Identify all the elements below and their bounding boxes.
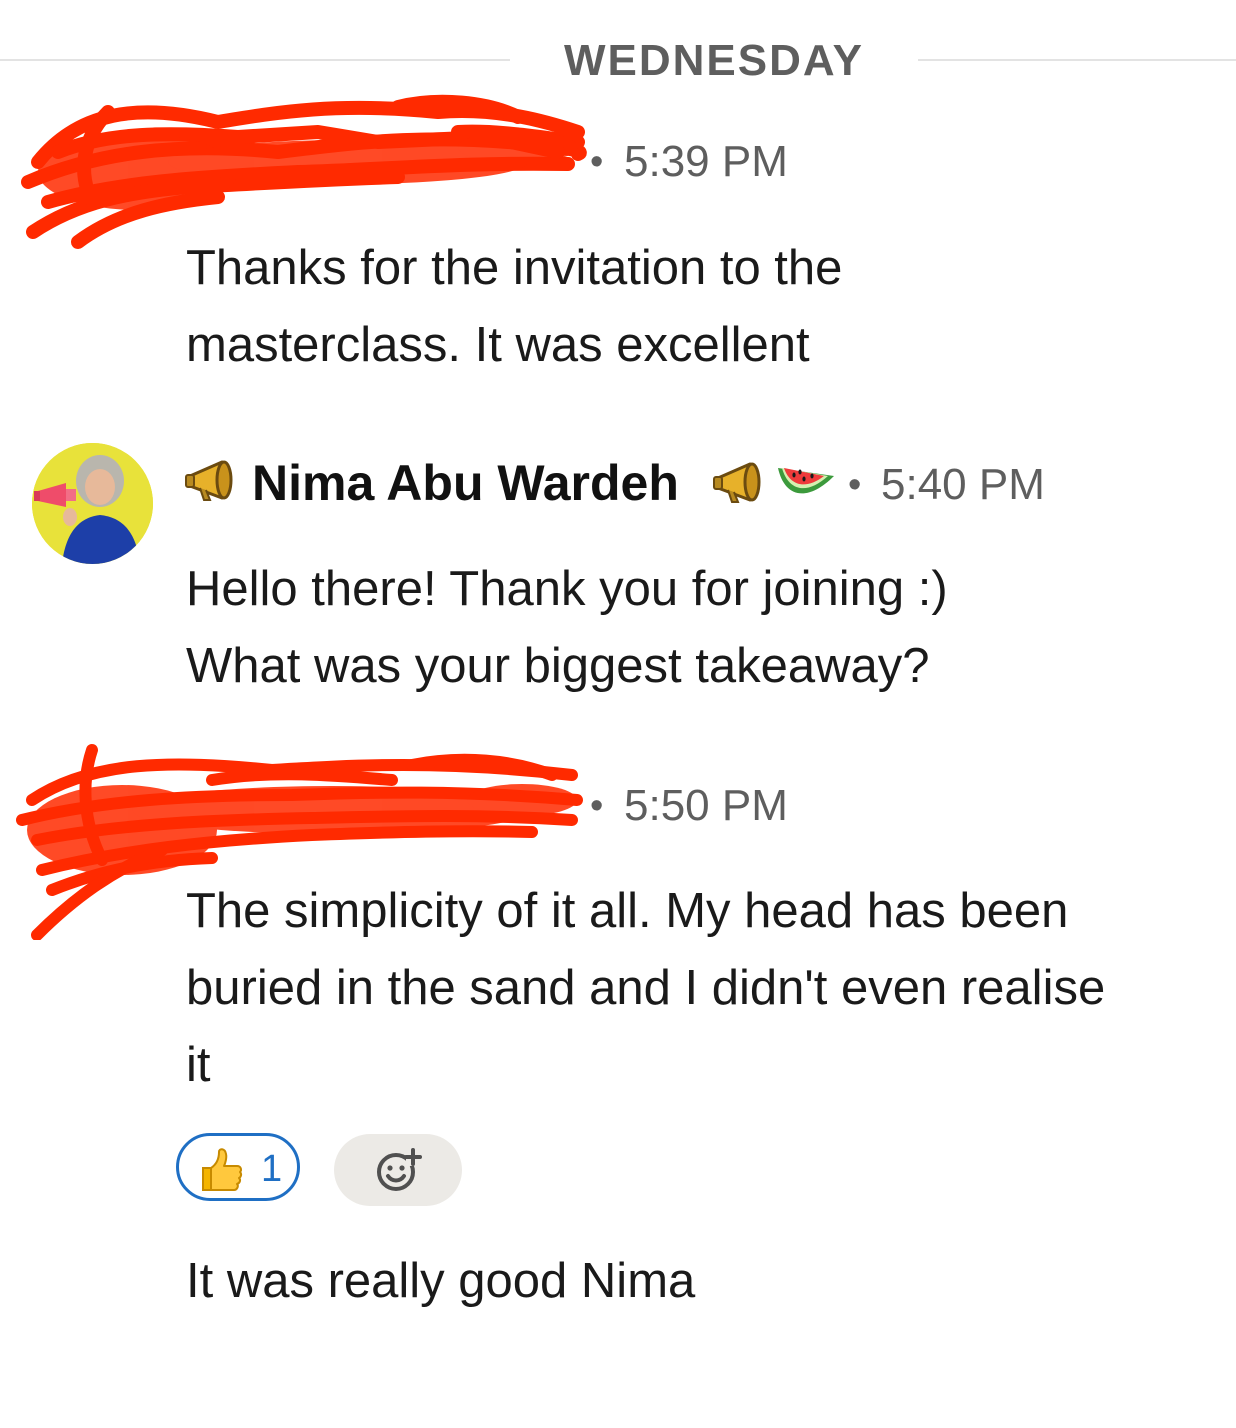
message-3-timestamp: 5:50 PM: [624, 781, 788, 830]
message-2-timestamp: 5:40 PM: [881, 460, 1045, 509]
redacted-sender-1: [21, 94, 587, 249]
reaction-count: 1: [261, 1148, 283, 1190]
message-2-line-2: What was your biggest takeaway?: [186, 639, 930, 693]
message-1-text: Thanks for the invitation to the masterc…: [186, 230, 1216, 384]
megaphone-icon: [713, 462, 761, 503]
message-2-text: Hello there! Thank you for joining :) Wh…: [186, 551, 1216, 705]
message-3-text: The simplicity of it all. My head has be…: [186, 873, 1216, 1104]
day-divider-line-left: [0, 59, 510, 61]
add-reaction-button[interactable]: [334, 1134, 462, 1206]
message-3-line-3: it: [186, 1038, 211, 1092]
add-reaction-icon: [377, 1148, 422, 1191]
sender-name[interactable]: Nima Abu Wardeh: [252, 455, 679, 511]
message-4-text: It was really good Nima: [186, 1243, 1216, 1320]
message-3-line-2: buried in the sand and I didn't even rea…: [186, 961, 1106, 1015]
message-1-line-2: masterclass. It was excellent: [186, 318, 810, 372]
message-3-separator: •: [590, 785, 604, 827]
message-2-separator: •: [848, 464, 862, 506]
message-4-line-1: It was really good Nima: [186, 1254, 696, 1308]
watermelon-icon: [778, 468, 834, 494]
message-2-line-1: Hello there! Thank you for joining :): [186, 562, 948, 616]
avatar-image: [32, 443, 153, 564]
day-divider-line-right: [918, 59, 1236, 61]
avatar[interactable]: [32, 443, 153, 564]
day-divider-label: WEDNESDAY: [564, 36, 864, 85]
thumbs-up-reaction[interactable]: 1: [176, 1133, 300, 1201]
megaphone-icon: [185, 460, 233, 501]
thumbs-up-icon: [202, 1148, 243, 1191]
message-1-separator: •: [590, 141, 604, 183]
message-3-line-1: The simplicity of it all. My head has be…: [186, 884, 1069, 938]
message-1-line-1: Thanks for the invitation to the: [186, 241, 843, 295]
message-1-timestamp: 5:39 PM: [624, 137, 788, 186]
